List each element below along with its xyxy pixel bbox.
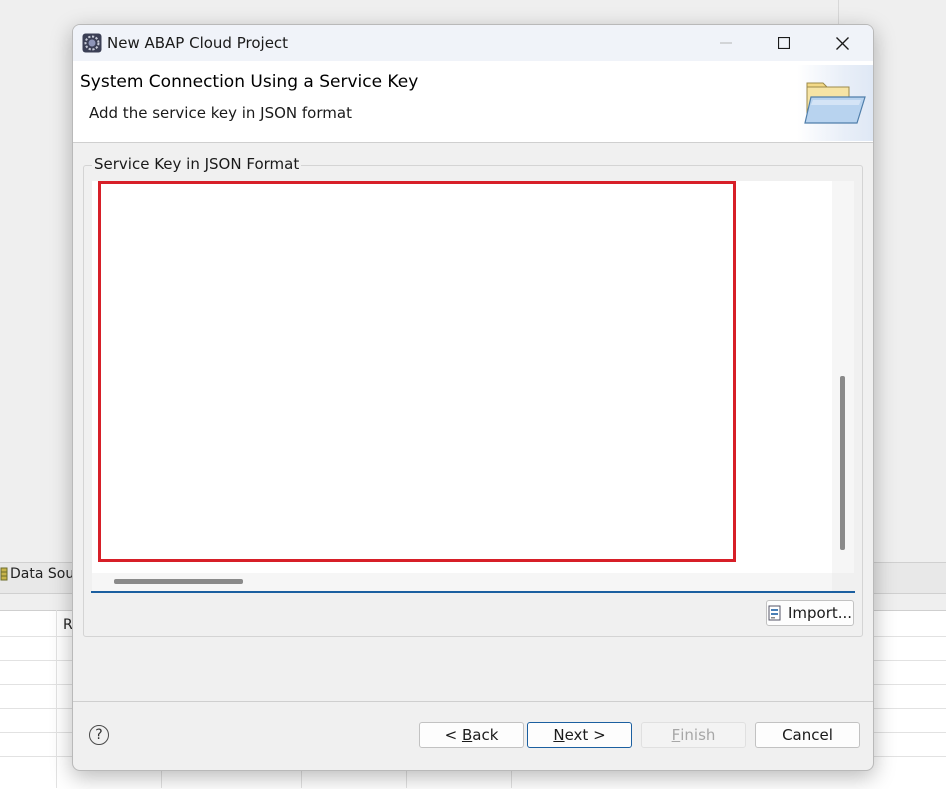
dialog-titlebar[interactable]: New ABAP Cloud Project — [73, 25, 873, 61]
highlight-annotation-box — [98, 181, 736, 562]
page-title: System Connection Using a Service Key — [80, 72, 419, 92]
import-icon — [768, 605, 781, 621]
back-button[interactable]: < Back — [419, 722, 524, 748]
maximize-button[interactable] — [755, 25, 813, 61]
next-button[interactable]: Next > — [527, 722, 632, 748]
background-tab-label: Data Sou — [10, 566, 75, 582]
import-button-label: Import... — [787, 604, 853, 622]
input-focus-underline — [91, 591, 855, 593]
eclipse-app-icon — [82, 33, 102, 53]
data-source-icon — [0, 567, 8, 581]
cancel-button-label: Cancel — [782, 726, 833, 744]
vertical-scrollbar-thumb[interactable] — [840, 376, 845, 550]
background-tab-data-source[interactable]: Data Sou — [0, 566, 74, 582]
next-button-mnemonic: N — [553, 726, 565, 744]
back-button-label: ack — [472, 726, 499, 744]
close-icon — [835, 36, 849, 50]
cancel-button[interactable]: Cancel — [755, 722, 860, 748]
dialog-title: New ABAP Cloud Project — [107, 34, 289, 52]
footer-separator — [73, 701, 873, 702]
finish-button-mnemonic: F — [671, 726, 681, 744]
import-button[interactable]: Import... — [766, 600, 854, 626]
finish-button-label: inish — [680, 726, 716, 744]
close-button[interactable] — [813, 25, 871, 61]
finish-button[interactable]: Finish — [641, 722, 746, 748]
new-abap-cloud-project-dialog: New ABAP Cloud Project System Connection… — [72, 24, 874, 771]
service-key-group-label: Service Key in JSON Format — [92, 155, 302, 173]
page-description: Add the service key in JSON format — [89, 104, 352, 122]
minimize-button[interactable] — [697, 25, 755, 61]
minimize-icon — [720, 42, 732, 44]
folder-icon — [804, 82, 866, 124]
maximize-icon — [778, 37, 790, 49]
wizard-header: System Connection Using a Service Key Ad… — [73, 61, 873, 143]
header-banner — [797, 65, 873, 141]
next-button-label: ext > — [564, 726, 606, 744]
help-icon[interactable]: ? — [89, 725, 109, 745]
horizontal-scrollbar-thumb[interactable] — [114, 579, 243, 584]
back-button-mnemonic: B — [461, 726, 473, 744]
back-button-prefix: < — [444, 726, 462, 744]
